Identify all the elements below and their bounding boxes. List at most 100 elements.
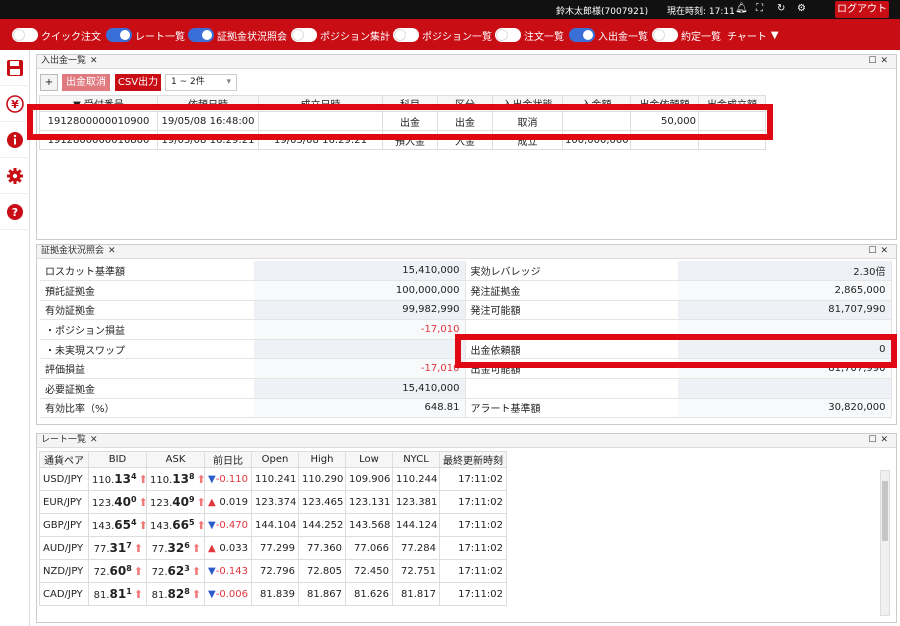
column-header[interactable]: 科目: [382, 95, 438, 112]
margin-label: [465, 319, 678, 340]
column-header[interactable]: 最終更新時刻: [439, 451, 507, 468]
currency-pair: USD/JPY: [39, 467, 89, 491]
margin-value: 2,865,000: [678, 280, 892, 301]
toggle-switch[interactable]: [495, 28, 521, 42]
column-header[interactable]: 出金依頼額: [630, 95, 699, 112]
sidebar-help[interactable]: ?: [0, 194, 30, 230]
refresh-icon[interactable]: ↻: [777, 3, 785, 15]
column-header[interactable]: NYCL: [392, 451, 440, 468]
toggle-switch[interactable]: [12, 28, 38, 42]
close-icon[interactable]: ✕: [90, 56, 98, 66]
toggle-switch[interactable]: [106, 28, 132, 42]
open-value: 81.839: [260, 588, 295, 600]
maximize-icon[interactable]: ☐: [868, 435, 880, 445]
maximize-icon[interactable]: ☐: [868, 246, 880, 256]
fullscreen-icon[interactable]: ⛶: [756, 3, 763, 15]
bid-price[interactable]: 72.608 ⬆: [88, 559, 147, 583]
add-button[interactable]: +: [40, 74, 58, 91]
column-header[interactable]: 入金額: [562, 95, 631, 112]
toggle-position-summary[interactable]: ポジション集計: [291, 27, 390, 43]
ask-price[interactable]: 123.409⬆: [146, 490, 205, 514]
ask-price[interactable]: 81.828 ⬆: [146, 582, 205, 606]
margin-label: アラート基準額: [465, 398, 678, 419]
open-value: 72.796: [260, 565, 295, 577]
ask-price[interactable]: 143.665⬆: [146, 513, 205, 537]
arrow-up-icon: ⬆: [139, 473, 146, 486]
pair-label: NZD/JPY: [43, 565, 84, 577]
nycl: 77.284: [392, 536, 440, 560]
panel-tab-margin-status[interactable]: 証拠金状況照会: [41, 246, 104, 256]
price-fraction: 8: [184, 587, 190, 596]
toggle-deposit-list[interactable]: 入出金一覧: [569, 27, 648, 43]
column-header[interactable]: 依頼日時: [157, 95, 259, 112]
currency-pair: AUD/JPY: [39, 536, 89, 560]
ask-price[interactable]: 72.623 ⬆: [146, 559, 205, 583]
margin-row: 必要証拠金 15,410,000: [40, 378, 892, 399]
price-pips: 40: [172, 495, 189, 509]
panel-tab-deposit-list[interactable]: 入出金一覧: [41, 56, 86, 66]
rate-row[interactable]: GBP/JPY143.654⬆143.665⬆▼-0.470144.104144…: [39, 513, 507, 537]
column-header[interactable]: ASK: [146, 451, 205, 468]
bid-price[interactable]: 123.400⬆: [88, 490, 147, 514]
toggle-switch[interactable]: [652, 28, 678, 42]
close-icon[interactable]: ✕: [108, 246, 116, 256]
rate-row[interactable]: NZD/JPY 72.608 ⬆ 72.623 ⬆ ▼ -0.143 72.796 72.805…: [39, 559, 507, 583]
column-header[interactable]: BID: [88, 451, 147, 468]
column-header[interactable]: ▼ 受付番号: [39, 95, 158, 112]
toggle-switch[interactable]: [569, 28, 595, 42]
sidebar-settings[interactable]: [0, 158, 30, 194]
column-header[interactable]: 成立日時: [258, 95, 383, 112]
toggle-quick-order[interactable]: クイック注文: [12, 27, 101, 43]
column-header[interactable]: 出金成立額: [698, 95, 766, 112]
column-header[interactable]: 入出金状態: [492, 95, 563, 112]
maximize-icon[interactable]: ☐: [868, 56, 880, 66]
sidebar-info[interactable]: [0, 122, 30, 158]
panel-tab-rate-list[interactable]: レート一覧: [41, 435, 86, 445]
bell-icon[interactable]: 🔔︎: [735, 3, 748, 15]
scrollbar-thumb[interactable]: [882, 481, 888, 541]
column-header[interactable]: Open: [251, 451, 299, 468]
bid-price[interactable]: 81.811 ⬆: [88, 582, 147, 606]
rate-row[interactable]: EUR/JPY123.400⬆123.409⬆▲0.019123.374123.…: [39, 490, 507, 514]
toggle-execution-list[interactable]: 約定一覧: [652, 27, 721, 43]
column-header[interactable]: High: [298, 451, 346, 468]
toggle-switch[interactable]: [188, 28, 214, 42]
price-prefix: 72.: [93, 567, 110, 578]
toggle-order-list[interactable]: 注文一覧: [495, 27, 564, 43]
sidebar-save[interactable]: [0, 50, 30, 86]
gear-icon[interactable]: ⚙: [797, 3, 806, 15]
toggle-rate-list[interactable]: レート一覧: [106, 27, 185, 43]
toggle-switch[interactable]: [393, 28, 419, 42]
update-time: 17:11:02: [458, 519, 503, 531]
bid-price[interactable]: 77.317 ⬆: [88, 536, 147, 560]
margin-row: 有効証拠金 99,982,990 発注可能額 81,707,990: [40, 300, 892, 321]
logout-button[interactable]: ログアウト: [835, 1, 889, 18]
column-header[interactable]: 前日比: [204, 451, 252, 468]
vertical-scrollbar[interactable]: [880, 470, 890, 616]
margin-label: 有効証拠金: [40, 300, 254, 321]
close-icon[interactable]: ✕: [880, 56, 892, 66]
table-row[interactable]: 1912800000010900 19/05/08 16:48:00 出金 出金 取消 5…: [39, 111, 766, 131]
csv-export-button[interactable]: CSV出力: [115, 74, 161, 91]
bid-price[interactable]: 143.654⬆: [88, 513, 147, 537]
toggle-margin-status[interactable]: 証拠金状況照会: [188, 27, 287, 43]
sidebar-yen[interactable]: ¥: [0, 86, 30, 122]
rate-row[interactable]: AUD/JPY 77.317 ⬆ 77.326 ⬆ ▲ 0.033 77.299 77.360 7…: [39, 536, 507, 560]
column-header[interactable]: Low: [345, 451, 393, 468]
toggle-switch[interactable]: [291, 28, 317, 42]
rate-row[interactable]: USD/JPY110.134⬆110.138⬆▼-0.110110.241110…: [39, 467, 507, 491]
page-range-select[interactable]: 1 ~ 2件 ▾: [165, 74, 237, 91]
close-icon[interactable]: ✕: [90, 435, 98, 445]
bid-price[interactable]: 110.134⬆: [88, 467, 147, 491]
chart-menu[interactable]: チャート ▼: [727, 27, 779, 43]
ask-price[interactable]: 110.138⬆: [146, 467, 205, 491]
close-icon[interactable]: ✕: [880, 435, 892, 445]
table-row[interactable]: 1912800000010800 19/05/08 16:29:21 19/05/0…: [39, 130, 766, 150]
rate-row[interactable]: CAD/JPY 81.811 ⬆ 81.828 ⬆ ▼ -0.006 81.839 81.867…: [39, 582, 507, 606]
column-header[interactable]: 区分: [437, 95, 493, 112]
ask-price[interactable]: 77.326 ⬆: [146, 536, 205, 560]
cancel-withdrawal-button[interactable]: 出金取消: [62, 74, 110, 91]
toggle-position-list[interactable]: ポジション一覧: [393, 27, 492, 43]
column-header[interactable]: 通貨ペア: [39, 451, 89, 468]
close-icon[interactable]: ✕: [880, 246, 892, 256]
